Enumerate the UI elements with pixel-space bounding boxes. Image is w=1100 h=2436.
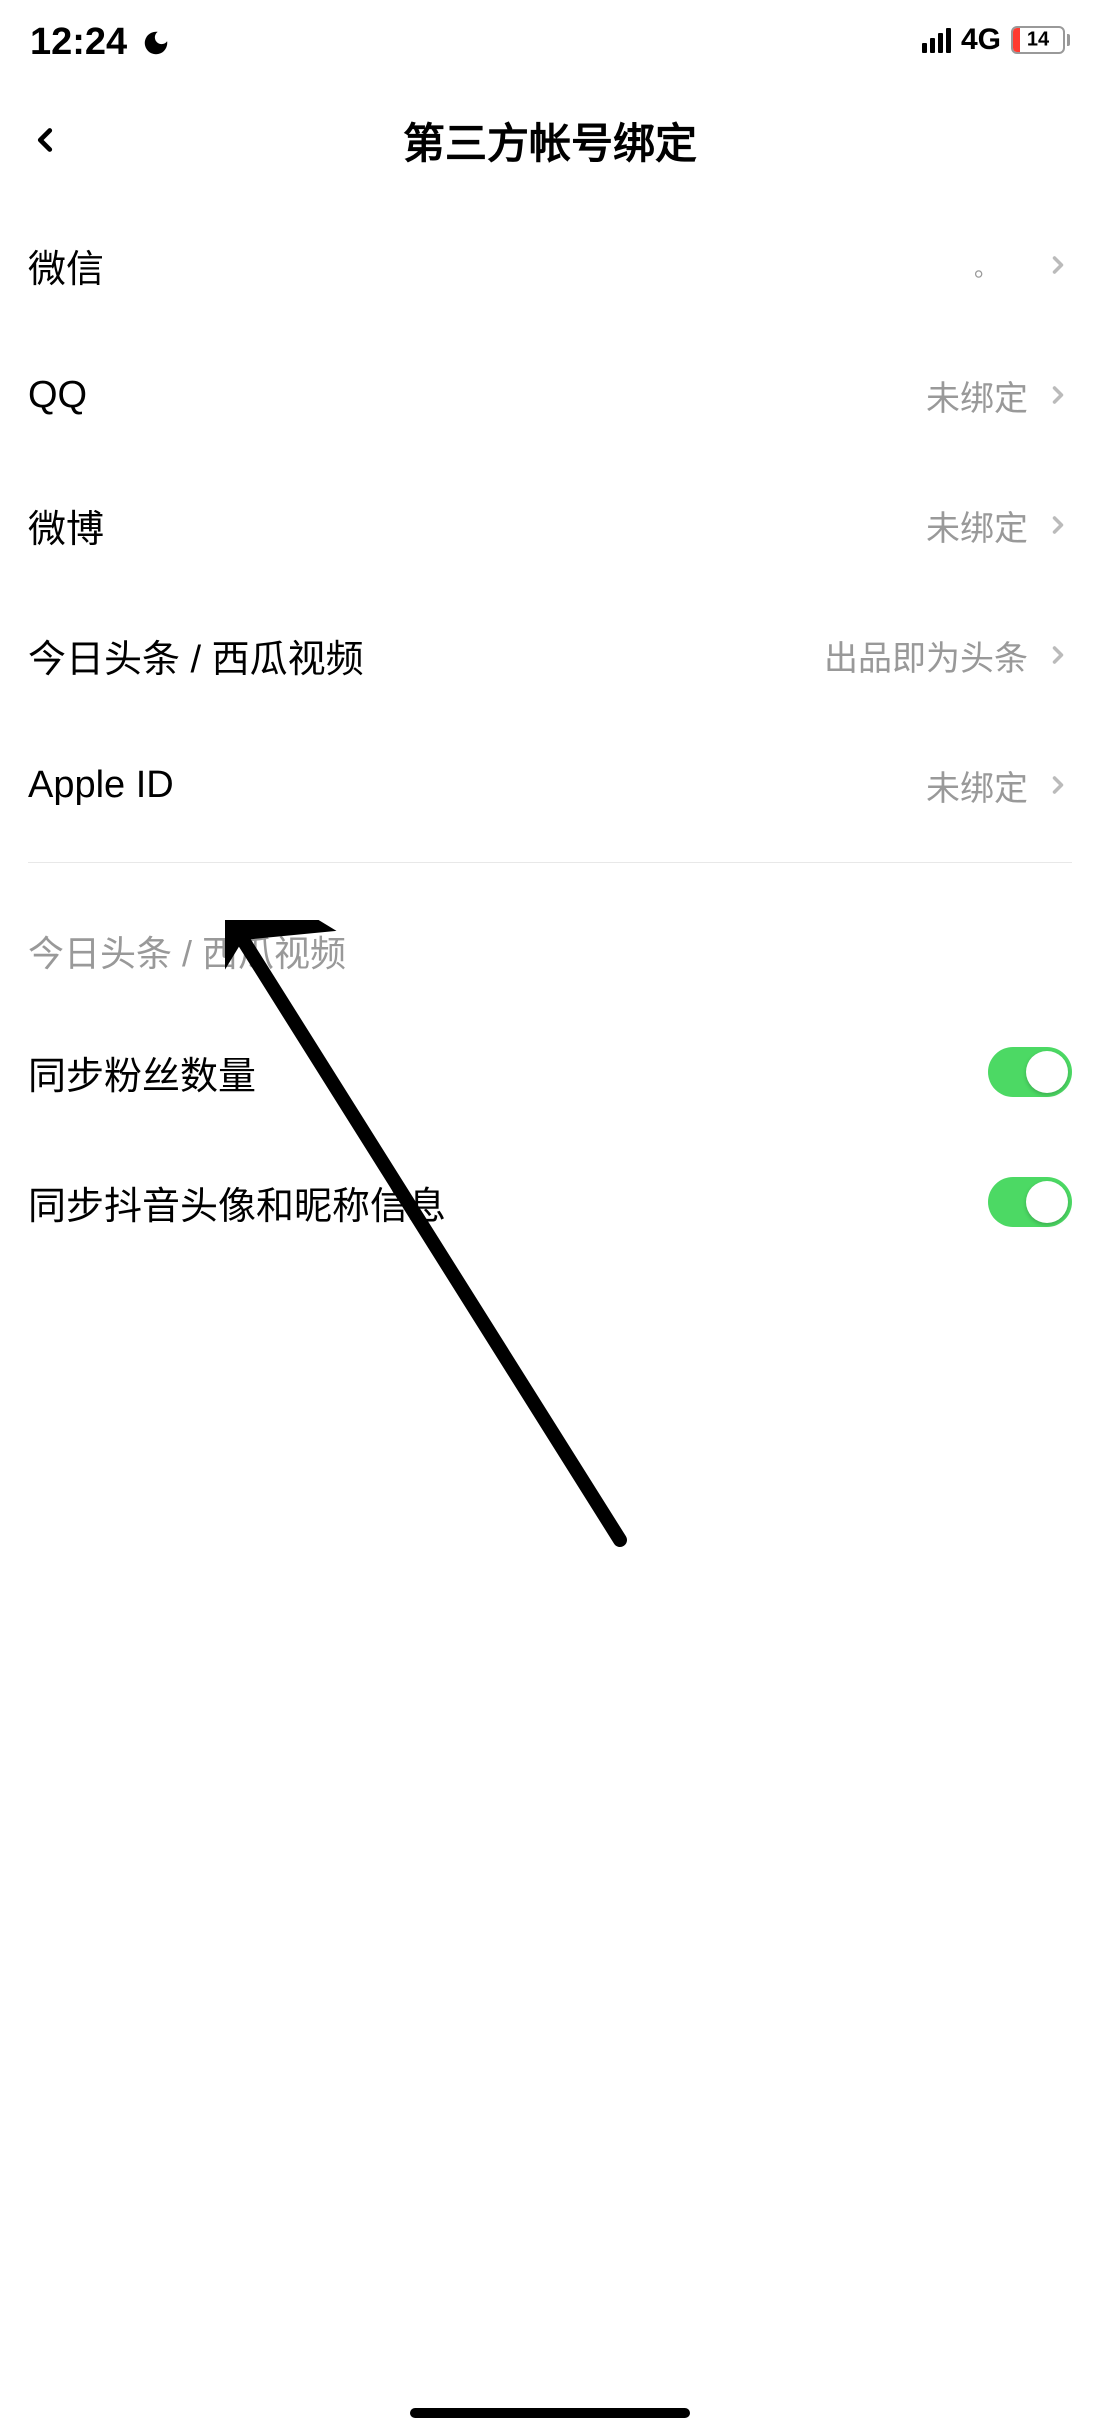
toggle-sync-avatar[interactable] bbox=[988, 1177, 1072, 1227]
chevron-right-icon bbox=[1044, 771, 1072, 799]
network-type: 4G bbox=[961, 23, 1001, 57]
moon-icon bbox=[141, 25, 171, 55]
battery-icon: 14 bbox=[1011, 26, 1070, 54]
account-row-wechat[interactable]: 微信 。 bbox=[0, 200, 1100, 330]
account-status: 出品即为头条 bbox=[824, 631, 1028, 680]
page-title: 第三方帐号绑定 bbox=[403, 110, 697, 171]
battery-text: 14 bbox=[1027, 29, 1049, 52]
account-row-qq[interactable]: QQ 未绑定 bbox=[0, 330, 1100, 460]
home-indicator[interactable] bbox=[410, 2408, 690, 2418]
account-label: QQ bbox=[28, 374, 87, 417]
account-status: 。 bbox=[974, 248, 998, 283]
section-header: 今日头条 / 西瓜视频 bbox=[0, 875, 1100, 1007]
account-row-toutiao[interactable]: 今日头条 / 西瓜视频 出品即为头条 bbox=[0, 590, 1100, 720]
chevron-right-icon bbox=[1044, 511, 1072, 539]
account-status: 未绑定 bbox=[926, 371, 1028, 420]
back-button[interactable] bbox=[20, 115, 70, 165]
signal-icon bbox=[922, 28, 951, 53]
chevron-right-icon bbox=[1044, 381, 1072, 409]
divider bbox=[28, 862, 1072, 863]
nav-bar: 第三方帐号绑定 bbox=[0, 80, 1100, 200]
chevron-right-icon bbox=[1044, 641, 1072, 669]
account-status: 未绑定 bbox=[926, 501, 1028, 550]
toggle-row-sync-followers: 同步粉丝数量 bbox=[0, 1007, 1100, 1137]
status-left: 12:24 bbox=[30, 17, 171, 64]
account-label: Apple ID bbox=[28, 764, 174, 807]
toggle-label: 同步粉丝数量 bbox=[28, 1045, 256, 1100]
toggle-sync-followers[interactable] bbox=[988, 1047, 1072, 1097]
account-label: 今日头条 / 西瓜视频 bbox=[28, 628, 364, 683]
account-status: 未绑定 bbox=[926, 761, 1028, 810]
status-bar: 12:24 4G 14 bbox=[0, 0, 1100, 80]
toggle-row-sync-avatar: 同步抖音头像和昵称信息 bbox=[0, 1137, 1100, 1267]
account-row-weibo[interactable]: 微博 未绑定 bbox=[0, 460, 1100, 590]
account-label: 微博 bbox=[28, 498, 104, 553]
account-row-apple-id[interactable]: Apple ID 未绑定 bbox=[0, 720, 1100, 850]
toggle-label: 同步抖音头像和昵称信息 bbox=[28, 1175, 446, 1230]
status-time: 12:24 bbox=[30, 21, 127, 64]
status-right: 4G 14 bbox=[922, 23, 1070, 57]
account-label: 微信 bbox=[28, 238, 104, 293]
chevron-left-icon bbox=[26, 121, 64, 159]
chevron-right-icon bbox=[1044, 251, 1072, 279]
